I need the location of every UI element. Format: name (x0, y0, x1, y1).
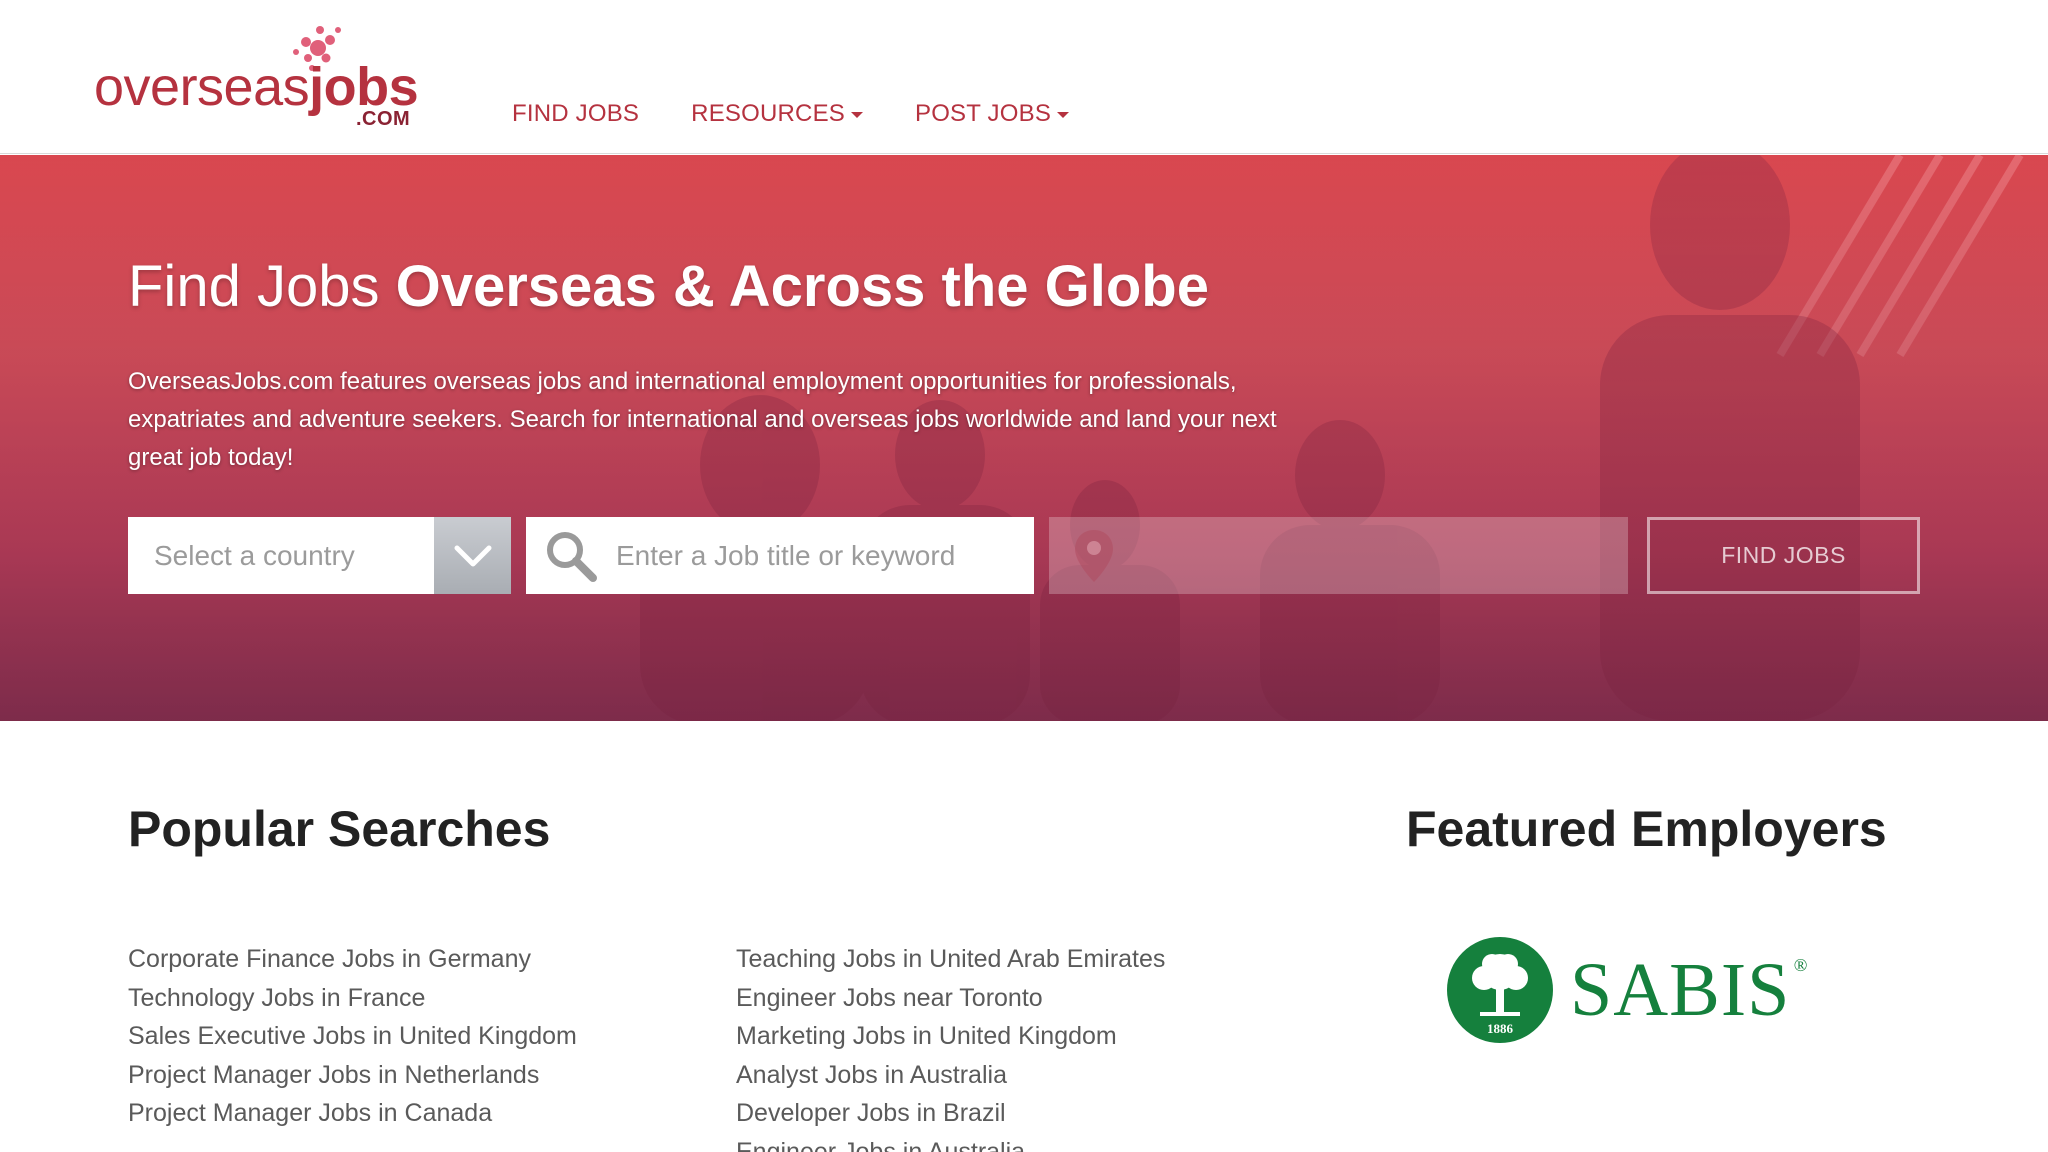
popular-search-link[interactable]: Engineer Jobs in Australia (736, 1133, 1165, 1152)
popular-search-link[interactable]: Project Manager Jobs in Canada (128, 1094, 577, 1133)
popular-search-link[interactable]: Corporate Finance Jobs in Germany (128, 940, 577, 979)
tree-seal-icon: 1886 (1447, 937, 1553, 1043)
site-logo[interactable]: overseasjobs .COM (94, 22, 424, 132)
seal-year: 1886 (1487, 1021, 1514, 1036)
popular-searches-title: Popular Searches (128, 801, 551, 857)
popular-searches-column-2: Teaching Jobs in United Arab Emirates En… (736, 940, 1165, 1152)
chevron-down-icon[interactable] (434, 517, 511, 594)
hero-title-bold: Overseas & Across the Globe (395, 254, 1209, 319)
logo-text-overseas: overseas (94, 57, 310, 117)
hero-title-light: Find Jobs (128, 254, 396, 319)
hero-description: OverseasJobs.com features overseas jobs … (128, 368, 1277, 471)
caret-down-icon (1057, 112, 1070, 118)
popular-search-link[interactable]: Project Manager Jobs in Netherlands (128, 1056, 577, 1095)
nav-post-jobs-label: POST JOBS (914, 100, 1052, 127)
country-select[interactable]: Select a country (128, 517, 511, 594)
popular-search-link[interactable]: Teaching Jobs in United Arab Emirates (736, 940, 1165, 979)
employer-logo-sabis[interactable]: 1886 SABIS ® (1446, 935, 1826, 1045)
employer-name: SABIS ® (1570, 947, 1807, 1034)
main-nav: FIND JOBS RESOURCES POST JOBS (512, 100, 1070, 128)
popular-search-link[interactable]: Developer Jobs in Brazil (736, 1094, 1165, 1133)
popular-search-link[interactable]: Engineer Jobs near Toronto (736, 979, 1165, 1018)
location-search-field (1049, 517, 1628, 594)
popular-search-link[interactable]: Sales Executive Jobs in United Kingdom (128, 1017, 577, 1056)
hero-title: Find Jobs Overseas & Across the Globe (128, 253, 1209, 320)
featured-employers-title: Featured Employers (1406, 801, 1887, 857)
registered-mark: ® (1793, 954, 1809, 975)
logo-wordmark: overseasjobs (94, 57, 419, 117)
nav-find-jobs[interactable]: FIND JOBS (512, 100, 639, 128)
popular-search-link[interactable]: Analyst Jobs in Australia (736, 1056, 1165, 1095)
location-input[interactable] (1139, 539, 1609, 572)
keyword-input[interactable] (616, 539, 1016, 572)
map-pin-icon (1049, 517, 1139, 594)
nav-post-jobs[interactable]: POST JOBS (914, 100, 1070, 128)
site-header: overseasjobs .COM FIND JOBS RESOURCES PO… (0, 0, 2048, 154)
keyword-search-field (526, 517, 1034, 594)
nav-resources-label: RESOURCES (691, 100, 845, 127)
country-select-value: Select a country (154, 539, 355, 571)
hero-banner: Find Jobs Overseas & Across the Globe Ov… (0, 155, 2048, 721)
popular-searches-column-1: Corporate Finance Jobs in Germany Techno… (128, 940, 577, 1133)
find-jobs-button[interactable]: FIND JOBS (1647, 517, 1920, 594)
employer-name-text: SABIS (1570, 947, 1791, 1032)
popular-search-link[interactable]: Marketing Jobs in United Kingdom (736, 1017, 1165, 1056)
nav-find-jobs-label: FIND JOBS (512, 100, 640, 127)
nav-resources[interactable]: RESOURCES (691, 100, 863, 128)
logo-suffix: .COM (356, 108, 411, 130)
popular-search-link[interactable]: Technology Jobs in France (128, 979, 577, 1018)
search-icon (526, 517, 616, 594)
caret-down-icon (850, 112, 863, 118)
